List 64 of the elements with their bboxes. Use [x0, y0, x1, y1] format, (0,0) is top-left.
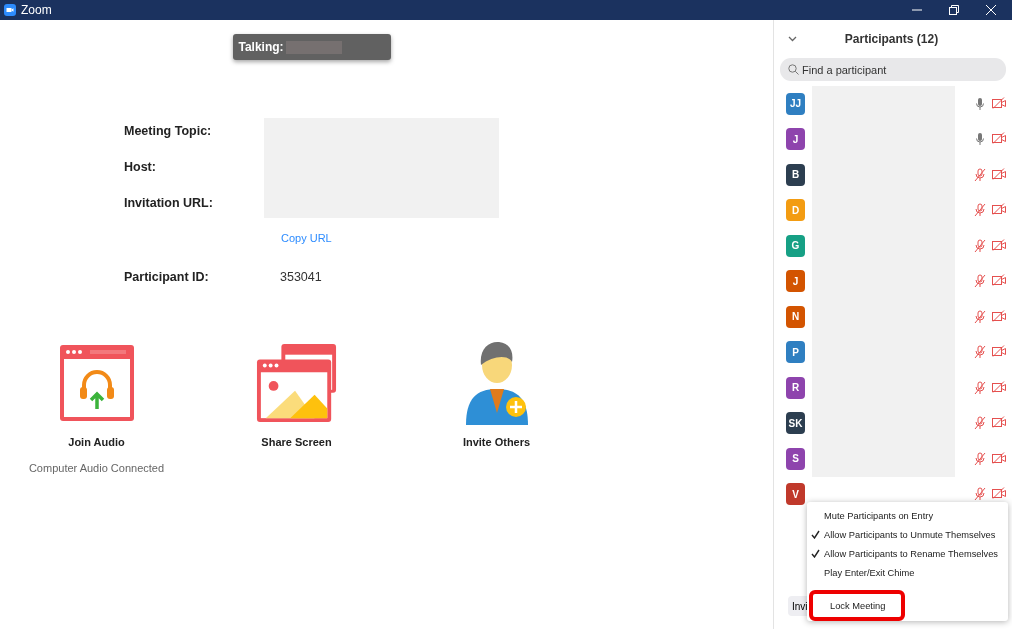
avatar: B — [786, 163, 805, 186]
menu-item[interactable]: Allow Participants to Rename Themselves — [807, 544, 1000, 563]
camera-app-icon — [4, 4, 16, 16]
mic-off-icon[interactable] — [974, 167, 986, 182]
mic-icon[interactable] — [974, 132, 986, 147]
mic-off-icon[interactable] — [974, 487, 986, 502]
copy-url-link[interactable]: Copy URL — [281, 232, 332, 244]
search-icon — [788, 64, 799, 75]
video-off-icon[interactable] — [992, 380, 1006, 393]
menu-item[interactable]: Mute Participants on Entry — [807, 506, 936, 525]
mic-off-icon[interactable] — [974, 309, 986, 324]
mic-off-icon[interactable] — [974, 203, 986, 218]
menu-item[interactable]: Allow Participants to Unmute Themselves — [807, 525, 998, 544]
mic-off-icon[interactable] — [974, 380, 986, 395]
picture-windows-icon — [255, 342, 338, 424]
talking-label: Talking: — [238, 40, 284, 54]
avatar: R — [786, 376, 805, 399]
chevron-down-icon[interactable] — [788, 36, 797, 42]
headphones-window-icon — [57, 343, 136, 423]
mic-icon[interactable] — [974, 96, 986, 111]
action-button[interactable] — [255, 342, 338, 424]
window-title: Zoom — [21, 3, 53, 17]
avatar: P — [786, 341, 805, 364]
avatar: JJ — [786, 92, 805, 115]
video-off-icon[interactable] — [992, 238, 1006, 251]
video-off-icon[interactable] — [992, 274, 1006, 287]
info-label: Meeting Topic: — [124, 124, 213, 138]
close-icon[interactable] — [986, 5, 996, 15]
mic-off-icon[interactable] — [974, 345, 986, 360]
avatar: S — [786, 447, 805, 470]
action-label: Join Audio — [68, 436, 125, 448]
avatar: V — [786, 483, 805, 506]
avatar: J — [786, 270, 805, 293]
mic-off-icon[interactable] — [974, 238, 986, 253]
video-off-icon[interactable] — [992, 203, 1006, 216]
video-off-icon[interactable] — [992, 487, 1006, 500]
action-label: Invite Others — [462, 436, 531, 448]
mic-off-icon[interactable] — [974, 274, 986, 289]
menu-item[interactable]: Play Enter/Exit Chime — [807, 563, 917, 582]
info-label: Participant ID: — [124, 270, 210, 284]
avatar: D — [786, 199, 805, 222]
mic-off-icon[interactable] — [974, 451, 986, 466]
action-label: Share Screen — [261, 436, 332, 448]
avatar: J — [786, 128, 805, 151]
info-label: Host: — [124, 160, 157, 174]
video-off-icon[interactable] — [992, 167, 1006, 180]
video-off-icon[interactable] — [992, 96, 1006, 109]
panel-title: Participants (12) — [843, 32, 940, 46]
info-label: Invitation URL: — [124, 196, 214, 210]
video-off-icon[interactable] — [992, 451, 1006, 464]
mic-off-icon[interactable] — [974, 416, 986, 431]
video-off-icon[interactable] — [992, 345, 1006, 358]
menu-item[interactable]: Lock Meeting — [813, 596, 888, 615]
avatar: SK — [786, 412, 805, 435]
search-field[interactable]: Find a participant — [780, 58, 1006, 81]
avatar: N — [786, 305, 805, 328]
person-add-icon — [463, 339, 530, 427]
restore-icon[interactable] — [949, 5, 959, 15]
video-off-icon[interactable] — [992, 132, 1006, 145]
audio-status: Computer Audio Connected — [28, 462, 165, 474]
video-off-icon[interactable] — [992, 416, 1006, 429]
avatar: G — [786, 234, 805, 257]
participant-id: 353041 — [280, 270, 323, 284]
video-off-icon[interactable] — [992, 309, 1006, 322]
